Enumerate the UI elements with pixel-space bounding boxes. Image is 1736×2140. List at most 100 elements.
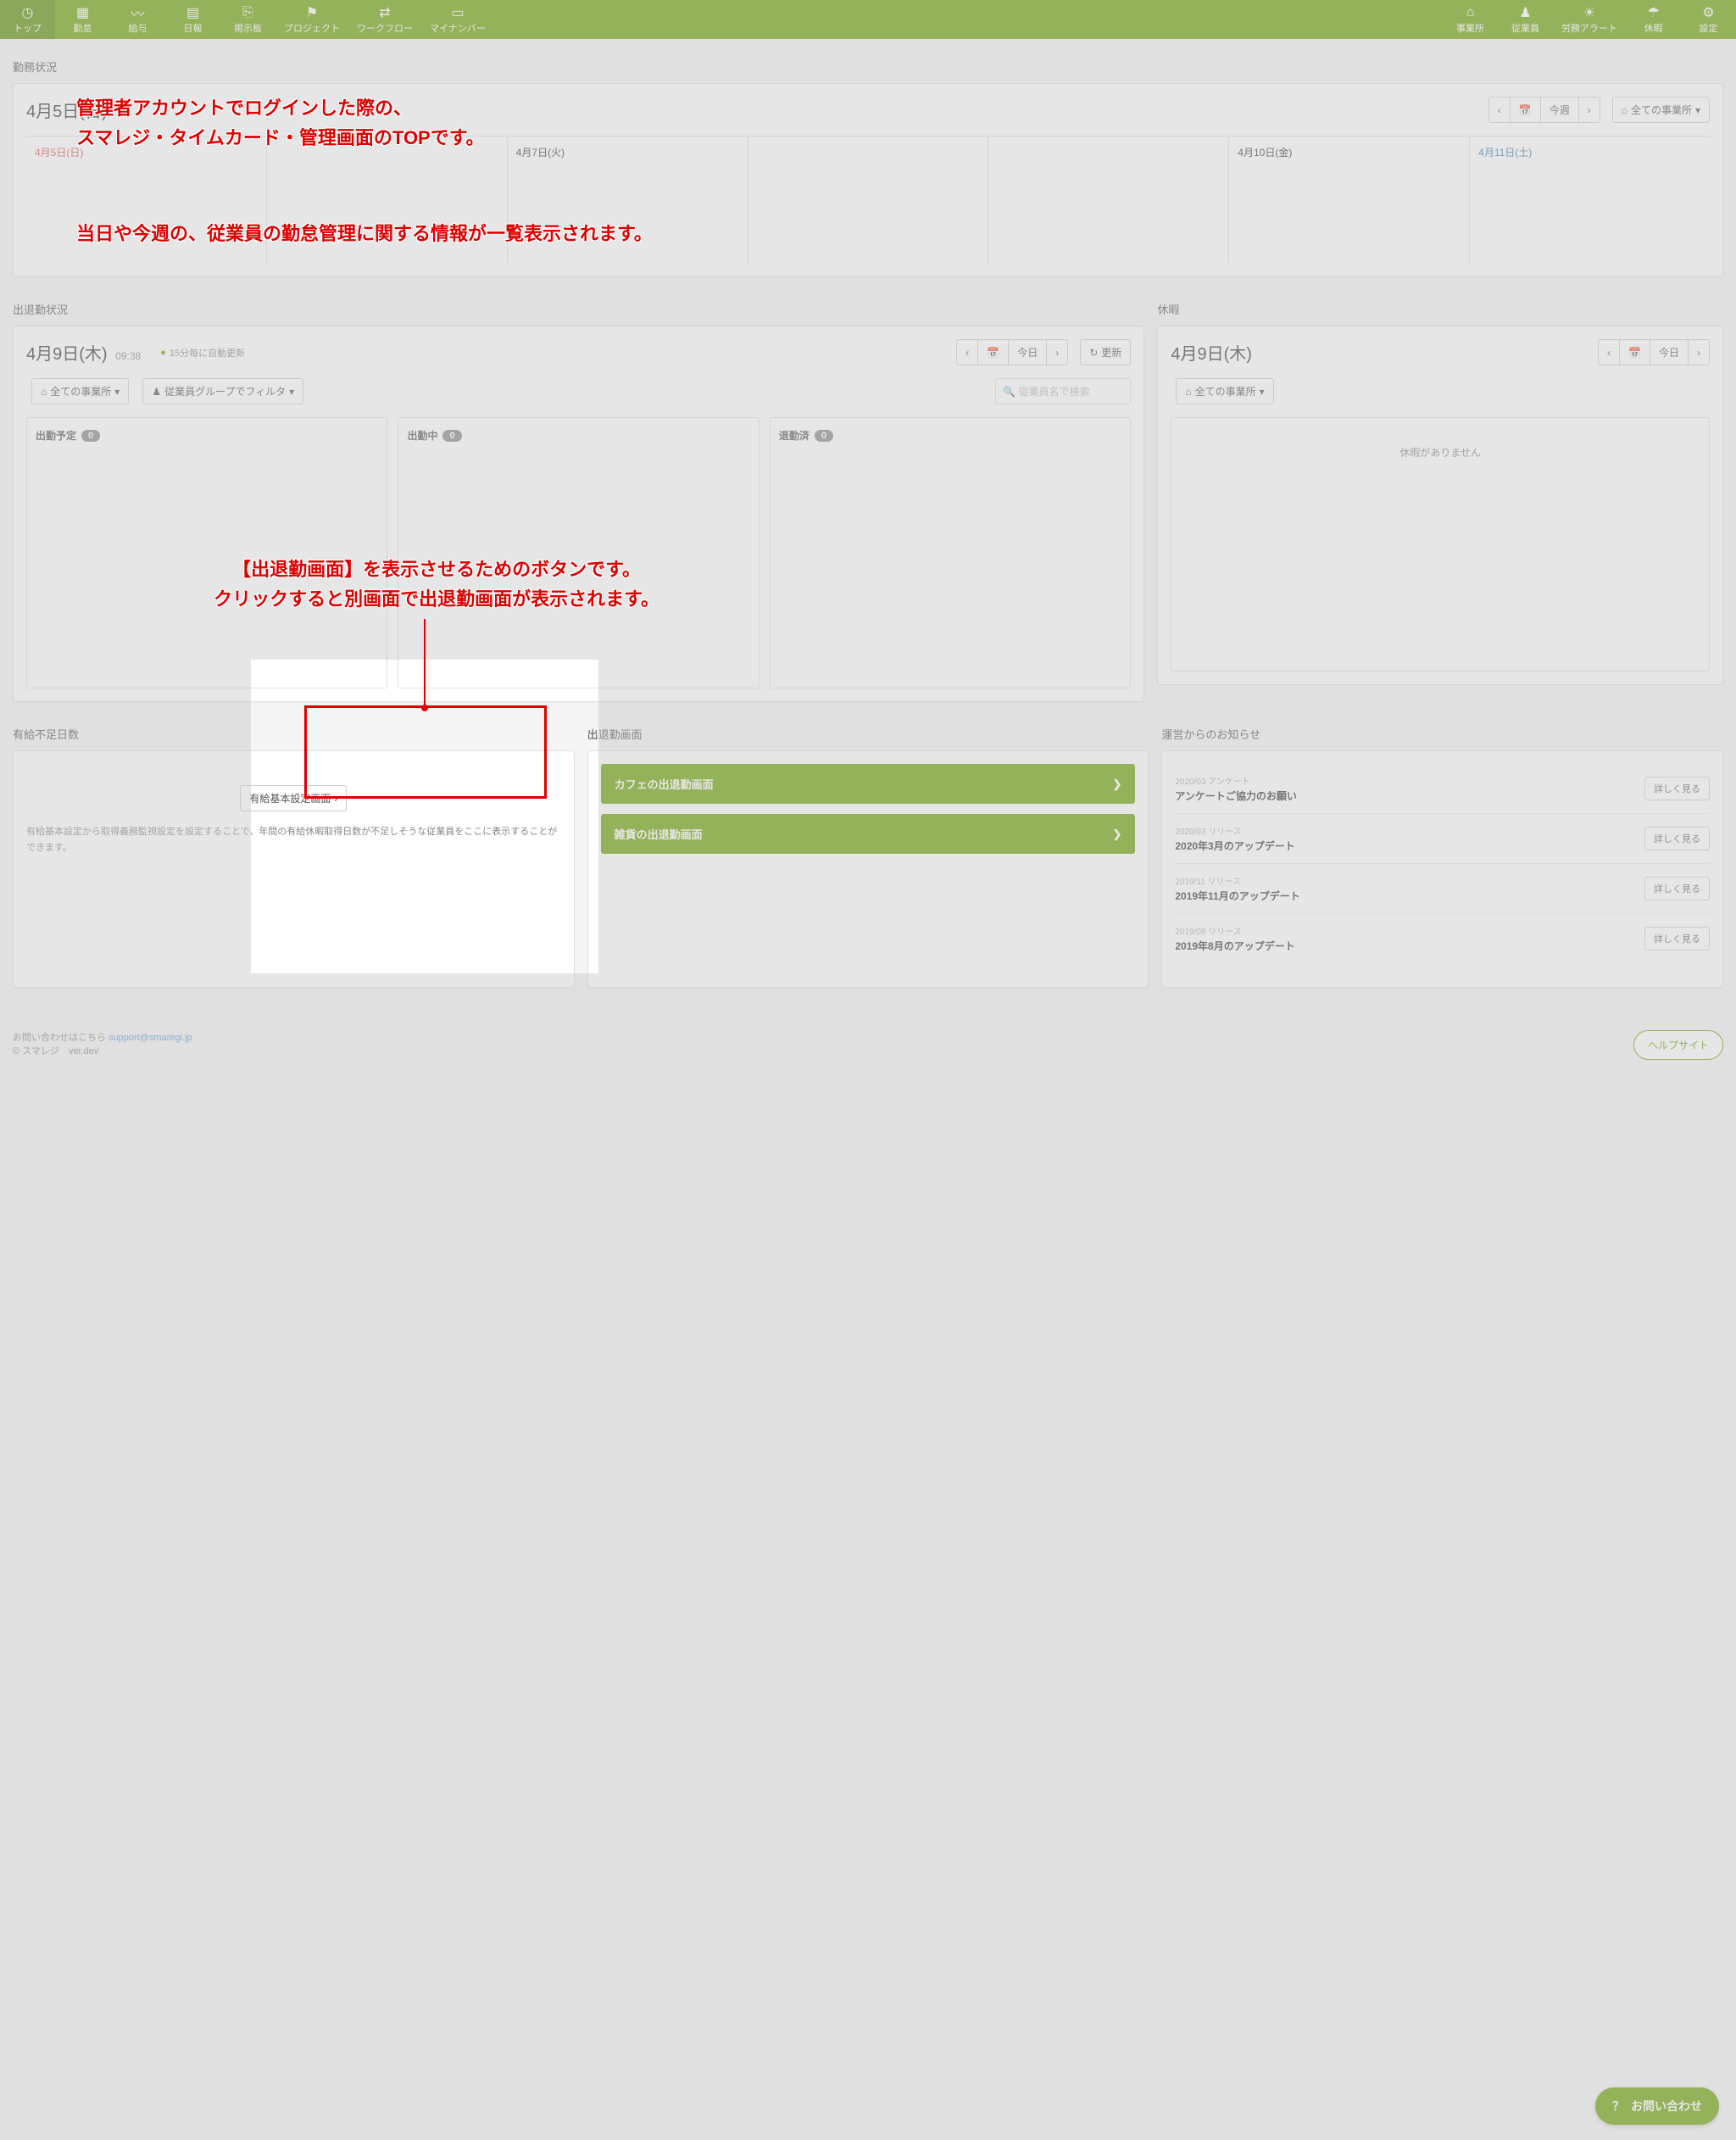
office-filter-button[interactable]: ⌂全ての事業所▾	[31, 378, 129, 404]
nav-left: ◷トップ ▦勤怠 〰給与 ▤日報 ⎘掲示板 ⚑プロジェクト ⇄ワークフロー ▭マ…	[0, 0, 494, 39]
attendance-date: 4月9日(木) 09:38	[26, 340, 141, 365]
nav-workflow[interactable]: ⇄ワークフロー	[348, 0, 421, 39]
days-row: 4月5日(日) 4月7日(火) 4月10日(金) 4月11日(土)	[26, 136, 1710, 264]
nav-right: ⌂事業所 ♟従業員 ☀労務アラート ☂休暇 ⚙設定	[1443, 0, 1736, 39]
news-detail-button[interactable]: 詳しく見る	[1644, 777, 1710, 800]
news-detail-button[interactable]: 詳しく見る	[1644, 877, 1710, 900]
grid-icon: ▦	[76, 4, 89, 21]
day-cell[interactable]: 4月11日(土)	[1470, 137, 1710, 264]
chevron-right-icon: ❯	[1112, 777, 1121, 791]
punch-cafe-button[interactable]: カフェの出退勤画面❯	[601, 764, 1136, 804]
nav-daily[interactable]: ▤日報	[165, 0, 220, 39]
nav-project[interactable]: ⚑プロジェクト	[275, 0, 348, 39]
caret-down-icon: ▾	[1260, 386, 1265, 398]
nav-office[interactable]: ⌂事業所	[1443, 0, 1498, 39]
chevron-left-icon: ‹	[1498, 104, 1501, 116]
work-status-title: 勤務状況	[13, 59, 1723, 75]
news-item: 2019/11 リリース2019年11月のアップデート詳しく見る	[1175, 864, 1710, 914]
flow-icon: ⇄	[379, 4, 390, 21]
nav-top[interactable]: ◷トップ	[0, 0, 55, 39]
caret-down-icon: ▾	[114, 386, 120, 398]
scheduled-col: 出勤予定0	[26, 417, 387, 688]
news-detail-button[interactable]: 詳しく見る	[1644, 927, 1710, 950]
news-item: 2020/03 アンケートアンケートご協力のお願い詳しく見る	[1175, 764, 1710, 814]
question-icon: ？	[1612, 2098, 1624, 2115]
support-email-link[interactable]: support@smaregi.jp	[108, 1033, 192, 1043]
vac-prev-button[interactable]: ‹	[1598, 339, 1620, 365]
work-status-date: 4月5日(日)	[26, 98, 108, 122]
nav-vacation[interactable]: ☂休暇	[1626, 0, 1681, 39]
vac-office-filter[interactable]: ⌂全ての事業所▾	[1176, 378, 1273, 404]
home-icon: ⌂	[1466, 4, 1475, 21]
news-title: 運営からのお知らせ	[1161, 726, 1723, 742]
home-icon: ⌂	[1622, 104, 1628, 116]
search-icon: 🔍	[1003, 386, 1015, 398]
today-button[interactable]: 今日	[1008, 339, 1047, 365]
attendance-card: 4月9日(木) 09:38 ●15分毎に自動更新 ‹ 📅 今日 › ↻更新 ⌂全…	[13, 326, 1144, 702]
refresh-button[interactable]: ↻更新	[1080, 339, 1131, 365]
nav-alert[interactable]: ☀労務アラート	[1553, 0, 1626, 39]
calendar-button[interactable]: 📅	[977, 339, 1009, 365]
group-filter-button[interactable]: ♟従業員グループでフィルタ▾	[142, 378, 303, 404]
home-icon: ⌂	[1185, 386, 1191, 398]
vac-next-button[interactable]: ›	[1688, 339, 1710, 365]
home-icon: ⌂	[41, 386, 47, 398]
footer: お問い合わせはこちら support@smaregi.jp ヘルプサイト © ス…	[0, 1017, 1736, 1070]
refresh-icon: ↻	[1089, 347, 1098, 359]
day-cell[interactable]: 4月5日(日)	[26, 137, 267, 264]
working-col: 出勤中0	[398, 417, 759, 688]
nav-board[interactable]: ⎘掲示板	[220, 0, 275, 39]
help-site-button[interactable]: ヘルプサイト	[1633, 1030, 1723, 1060]
day-cell[interactable]	[988, 137, 1229, 264]
punch-screen-card: カフェの出退勤画面❯ 雑貨の出退勤画面❯	[587, 750, 1149, 988]
paid-leave-card: 有給基本設定画面 › 有給基本設定から取得義務監視設定を設定することで、年間の有…	[13, 750, 575, 988]
day-cell[interactable]	[748, 137, 989, 264]
refresh-dot-icon: ●	[160, 348, 166, 358]
week-nav: ‹ 📅 今週 ›	[1488, 97, 1600, 123]
punch-zakka-button[interactable]: 雑貨の出退勤画面❯	[601, 814, 1136, 854]
week-next-button[interactable]: ›	[1578, 97, 1600, 123]
box-icon: ⎘	[242, 4, 253, 21]
office-filter-button[interactable]: ⌂全ての事業所▾	[1612, 97, 1710, 123]
nav-attendance[interactable]: ▦勤怠	[55, 0, 110, 39]
day-next-button[interactable]: ›	[1046, 339, 1068, 365]
news-detail-button[interactable]: 詳しく見る	[1644, 827, 1710, 850]
nav-settings[interactable]: ⚙設定	[1681, 0, 1736, 39]
vacation-date: 4月9日(木)	[1171, 340, 1252, 365]
paid-leave-title: 有給不足日数	[13, 726, 575, 742]
chevron-right-icon: ›	[334, 793, 337, 805]
attendance-title: 出退勤状況	[13, 301, 1144, 317]
vacation-empty-box: 休暇がありません	[1171, 417, 1710, 672]
caret-down-icon: ▾	[1695, 104, 1700, 116]
chevron-right-icon: ›	[1588, 104, 1591, 116]
calendar-button[interactable]: 📅	[1619, 339, 1650, 365]
day-cell[interactable]	[267, 137, 508, 264]
news-card: 2020/03 アンケートアンケートご協力のお願い詳しく見る 2020/03 リ…	[1161, 750, 1723, 988]
caret-down-icon: ▾	[289, 386, 294, 398]
vacation-card: 4月9日(木) ‹ 📅 今日 › ⌂全ての事業所▾ 休暇がありません	[1157, 326, 1723, 685]
main-header: ◷トップ ▦勤怠 〰給与 ▤日報 ⎘掲示板 ⚑プロジェクト ⇄ワークフロー ▭マ…	[0, 0, 1736, 39]
day-cell[interactable]: 4月7日(火)	[508, 137, 748, 264]
clock-icon: ◷	[22, 4, 34, 21]
news-item: 2020/03 リリース2020年3月のアップデート詳しく見る	[1175, 814, 1710, 864]
doc-icon: ▤	[186, 4, 199, 21]
employee-search-input[interactable]: 🔍 従業員名で検索	[995, 378, 1131, 404]
contact-fab[interactable]: ？お問い合わせ	[1595, 2087, 1719, 2125]
day-cell[interactable]: 4月10日(金)	[1229, 137, 1470, 264]
punch-screen-title: 出退勤画面	[587, 726, 1149, 742]
flag-icon: ⚑	[306, 4, 318, 21]
alert-icon: ☀	[1583, 4, 1595, 21]
nav-mynumber[interactable]: ▭マイナンバー	[421, 0, 494, 39]
nav-salary[interactable]: 〰給与	[110, 0, 165, 39]
this-week-button[interactable]: 今週	[1540, 97, 1579, 123]
vac-today-button[interactable]: 今日	[1650, 339, 1689, 365]
paid-leave-settings-button[interactable]: 有給基本設定画面 ›	[240, 785, 347, 811]
nav-employee[interactable]: ♟従業員	[1498, 0, 1553, 39]
chevron-right-icon: ❯	[1112, 828, 1121, 841]
vacation-title: 休暇	[1157, 301, 1723, 317]
calendar-button[interactable]: 📅	[1510, 97, 1541, 123]
chart-icon: 〰	[131, 4, 144, 21]
day-prev-button[interactable]: ‹	[956, 339, 978, 365]
week-prev-button[interactable]: ‹	[1488, 97, 1511, 123]
umbrella-icon: ☂	[1647, 4, 1659, 21]
